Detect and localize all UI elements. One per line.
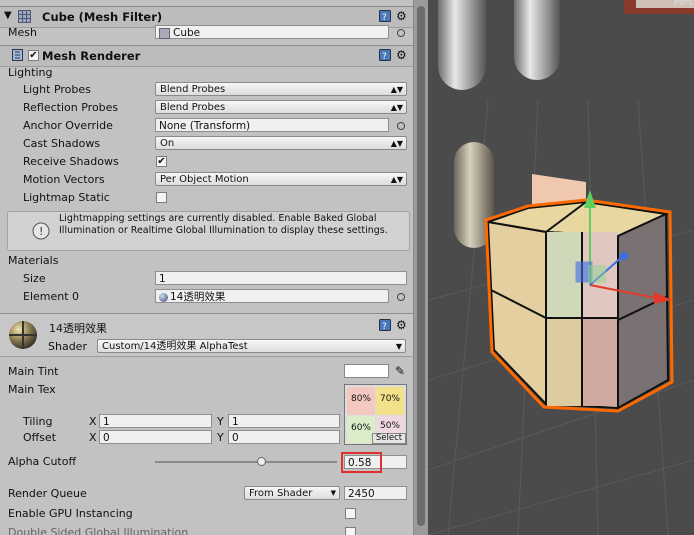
updown-arrow-icon: ▲▼ [390,103,403,112]
tiling-y-label: Y [217,415,224,428]
tiling-x-field[interactable]: 1 [99,414,212,428]
mesh-renderer-title: Mesh Renderer [42,49,141,63]
help-book-icon[interactable]: ? [379,319,391,334]
help-book-icon[interactable]: ? [379,10,391,25]
cast-shadows-label: Cast Shadows [23,137,101,150]
size-field[interactable]: 1 [155,271,407,285]
render-queue-field[interactable]: 2450 [344,486,407,500]
inspector-panel: ▼ Cube (Mesh Filter) ? ⚙ Mesh Cube ✔ Mes… [0,0,413,535]
svg-text:!: ! [39,225,43,238]
materials-foldout[interactable]: Materials [8,254,58,267]
gear-icon[interactable]: ⚙ [396,9,407,23]
reflection-probes-dropdown[interactable]: Blend Probes ▲▼ [155,100,407,114]
scene-view[interactable]: Pers [428,0,694,535]
alpha-cutoff-slider-thumb[interactable] [256,457,266,466]
gear-icon[interactable]: ⚙ [396,318,407,332]
alpha-cutoff-slider-track[interactable] [155,461,337,463]
grid-icon [18,10,31,23]
gpu-instancing-checkbox[interactable] [345,508,356,519]
main-tex-thumbnail[interactable]: 80% 70% 60% 50% Select [344,384,407,445]
help-book-icon[interactable]: ? [379,49,391,64]
double-sided-gi-label: Double Sided Global Illumination [8,526,189,535]
mesh-renderer-enabled-checkbox[interactable]: ✔ [28,50,39,61]
motion-vectors-label: Motion Vectors [23,173,105,186]
motion-vectors-dropdown[interactable]: Per Object Motion ▲▼ [155,172,407,186]
offset-y-field[interactable]: 0 [228,430,340,444]
double-sided-gi-checkbox[interactable] [345,527,356,535]
anchor-override-label: Anchor Override [23,119,113,132]
material-name: 14透明效果 [49,322,107,335]
lightmapping-info-box: ! Lightmapping settings are currently di… [7,211,410,251]
highlight-box [341,452,382,473]
element0-label: Element 0 [23,290,80,303]
light-probes-label: Light Probes [23,83,91,96]
receive-shadows-label: Receive Shadows [23,155,119,168]
material-preview-sphere-icon [7,319,39,354]
render-queue-dropdown[interactable]: From Shader ▼ [244,486,340,500]
dropdown-arrow-icon: ▼ [395,342,402,351]
mesh-renderer-icon [12,49,26,62]
shader-label: Shader [48,340,87,353]
mesh-field[interactable]: Cube [155,25,389,39]
object-picker-icon[interactable] [397,122,405,130]
svg-text:?: ? [382,322,387,331]
tex-quadrant: 80% [347,387,375,415]
persp-label: Pers [674,0,694,8]
size-label: Size [23,272,46,285]
tiling-label: Tiling [23,415,53,428]
mesh-label: Mesh [8,26,37,39]
alpha-cutoff-label: Alpha Cutoff [8,455,77,468]
object-picker-icon[interactable] [397,29,405,37]
receive-shadows-checkbox[interactable]: ✔ [156,156,167,167]
lightmap-static-label: Lightmap Static [23,191,110,204]
main-tint-color-swatch[interactable] [344,364,389,378]
mesh-filter-title: Cube (Mesh Filter) [42,10,163,24]
main-tint-label: Main Tint [8,365,59,378]
material-sphere-icon [159,292,168,302]
main-tex-label: Main Tex [8,383,56,396]
inspector-scrollbar-thumb[interactable] [417,6,425,526]
offset-x-field[interactable]: 0 [99,430,212,444]
offset-x-label: X [89,431,97,444]
lighting-foldout[interactable]: Lighting [8,66,52,79]
lightmap-static-checkbox[interactable] [156,192,167,203]
cast-shadows-dropdown[interactable]: On ▲▼ [155,136,407,150]
scene-render [428,0,694,535]
foldout-arrow-icon[interactable]: ▼ [4,10,12,21]
svg-text:?: ? [382,52,387,61]
dropdown-arrow-icon: ▼ [330,489,336,497]
tiling-x-label: X [89,415,97,428]
object-picker-icon[interactable] [397,293,405,301]
updown-arrow-icon: ▲▼ [390,139,403,148]
svg-text:?: ? [382,13,387,22]
element0-field[interactable]: 14透明效果 [155,289,389,303]
offset-label: Offset [23,431,57,444]
material-header: 14透明效果 Shader Custom/14透明效果 AlphaTest ▼ ?… [0,313,413,357]
shader-dropdown[interactable]: Custom/14透明效果 AlphaTest ▼ [97,339,406,353]
offset-y-label: Y [217,431,224,444]
tex-quadrant: 60% [347,416,375,443]
gear-icon[interactable]: ⚙ [396,48,407,62]
mesh-icon [159,27,170,39]
anchor-override-field[interactable]: None (Transform) [155,118,389,132]
mesh-renderer-header[interactable]: ✔ Mesh Renderer ? ⚙ [0,45,413,67]
info-icon: ! [32,222,50,243]
tex-quadrant: 70% [376,387,404,415]
render-queue-label: Render Queue [8,487,87,500]
gpu-instancing-label: Enable GPU Instancing [8,507,133,520]
texture-select-button[interactable]: Select [372,433,406,444]
updown-arrow-icon: ▲▼ [390,85,403,94]
light-probes-dropdown[interactable]: Blend Probes ▲▼ [155,82,407,96]
reflection-probes-label: Reflection Probes [23,101,119,114]
info-text: Lightmapping settings are currently disa… [59,213,388,236]
eyedropper-icon[interactable]: ✎ [395,364,405,378]
tiling-y-field[interactable]: 1 [228,414,340,428]
updown-arrow-icon: ▲▼ [390,175,403,184]
